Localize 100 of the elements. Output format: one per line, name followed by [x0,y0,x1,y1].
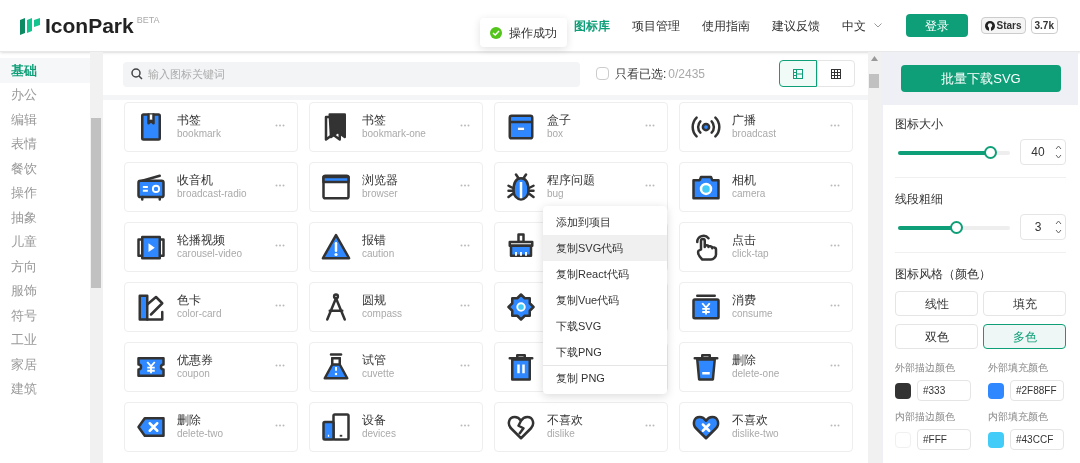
devices-icon [321,412,351,442]
menu-item[interactable]: 复制SVG代码 [543,235,667,261]
icon-card[interactable]: 圆规 compass [309,282,483,332]
color-label: 内部描边颜色 [895,410,956,424]
nav-link[interactable]: 建议反馈 [771,16,820,35]
slider-thumb[interactable] [983,145,997,159]
scrollbar[interactable] [90,52,103,463]
gear-icon [506,292,536,322]
icon-card[interactable]: 广播 broadcast [679,102,853,152]
more-icon[interactable] [460,303,470,307]
icon-card[interactable]: 色卡 color-card [124,282,298,332]
color-input[interactable]: #43CCF [1010,429,1064,450]
search-field[interactable]: 输入图标关键词 [123,61,580,87]
filter-checkbox[interactable] [596,67,609,80]
menu-item[interactable]: 下载PNG [543,339,667,365]
style-option[interactable]: 双色 [895,324,978,349]
color-input[interactable]: #FFF [917,429,971,450]
language-select[interactable]: 中文 [841,16,882,35]
more-icon[interactable] [830,183,840,187]
more-icon[interactable] [460,243,470,247]
icon-id: dislike-two [732,428,780,441]
more-icon[interactable] [275,123,285,127]
menu-item[interactable]: 添加到项目 [543,209,667,235]
github-stars-button[interactable]: Stars [980,17,1026,34]
more-icon[interactable] [830,423,840,427]
icon-card[interactable]: 盒子 box [494,102,668,152]
color-input[interactable]: #333 [917,380,971,401]
more-icon[interactable] [645,423,655,427]
number-input[interactable]: 40 [1020,139,1066,165]
icon-id: bug [547,188,565,201]
icon-card[interactable]: 消费 consume [679,282,853,332]
color-swatch[interactable] [895,382,911,399]
icon-name: 试管 [362,353,387,369]
icon-card[interactable]: 试管 cuvette [309,342,483,392]
spinner-icon[interactable] [1055,144,1062,160]
more-icon[interactable] [645,183,655,187]
icon-card[interactable]: 收音机 broadcast-radio [124,162,298,212]
icon-name: 优惠券 [177,353,214,369]
icon-card[interactable]: 浏览器 browser [309,162,483,212]
more-icon[interactable] [830,123,840,127]
color-swatch[interactable] [988,382,1004,399]
icon-card[interactable]: 优惠券 coupon [124,342,298,392]
style-option[interactable]: 线性 [895,291,978,316]
more-icon[interactable] [275,243,285,247]
menu-item[interactable]: 下载SVG [543,313,667,339]
spinner-icon[interactable] [1055,219,1062,235]
scroll-up-icon[interactable] [871,56,878,61]
slider-thumb[interactable] [950,220,964,234]
icon-card[interactable]: 删除 delete-two [124,402,298,452]
icon-card[interactable]: 报错 caution [309,222,483,272]
icon-id: compass [362,308,403,321]
nav-link[interactable]: 使用指南 [701,16,750,35]
icon-name: 广播 [732,113,757,129]
search-icon [131,68,143,80]
icon-id: broadcast-radio [177,188,248,201]
success-icon [490,26,502,39]
number-input[interactable]: 3 [1020,214,1066,240]
icon-card[interactable]: 删除 delete-one [679,342,853,392]
more-icon[interactable] [830,303,840,307]
icon-id: color-card [177,308,223,321]
logo-text: IconPark [45,12,134,39]
scrollbar-thumb[interactable] [91,118,101,288]
icon-id: delete-one [732,368,781,381]
icon-name: 色卡 [177,293,202,309]
nav-link[interactable]: 项目管理 [631,16,680,35]
icon-id: delete-two [177,428,225,441]
style-option[interactable]: 填充 [983,291,1066,316]
icon-id: browser [362,188,399,201]
icon-card[interactable]: 不喜欢 dislike [494,402,668,452]
more-icon[interactable] [275,183,285,187]
more-icon[interactable] [460,363,470,367]
compact-grid-view-button[interactable] [817,60,855,87]
more-icon[interactable] [460,423,470,427]
more-icon[interactable] [830,363,840,367]
color-input[interactable]: #2F88FF [1010,380,1064,401]
icon-card[interactable]: 轮播视频 carousel-video [124,222,298,272]
radio-icon [136,172,166,202]
more-icon[interactable] [275,303,285,307]
icon-card[interactable]: 相机 camera [679,162,853,212]
more-icon[interactable] [645,123,655,127]
icon-card[interactable]: 书签 bookmark [124,102,298,152]
scrollbar[interactable] [868,52,881,463]
menu-item[interactable]: 复制React代码 [543,261,667,287]
color-swatch[interactable] [988,431,1004,448]
more-icon[interactable] [460,183,470,187]
icon-card[interactable]: 不喜欢 dislike-two [679,402,853,452]
icon-card[interactable]: 设备 devices [309,402,483,452]
icon-id: devices [362,428,397,441]
menu-item[interactable]: 复制 PNG [543,365,667,391]
icon-card[interactable]: 书签 bookmark-one [309,102,483,152]
menu-item[interactable]: 复制Vue代码 [543,287,667,313]
scrollbar-thumb[interactable] [869,74,879,88]
more-icon[interactable] [830,243,840,247]
github-icon [984,20,995,31]
icon-id: box [547,128,565,141]
more-icon[interactable] [460,123,470,127]
icon-card[interactable]: 点击 click-tap [679,222,853,272]
more-icon[interactable] [275,423,285,427]
more-icon[interactable] [275,363,285,367]
icon-card[interactable]: 程序问题 bug [494,162,668,212]
